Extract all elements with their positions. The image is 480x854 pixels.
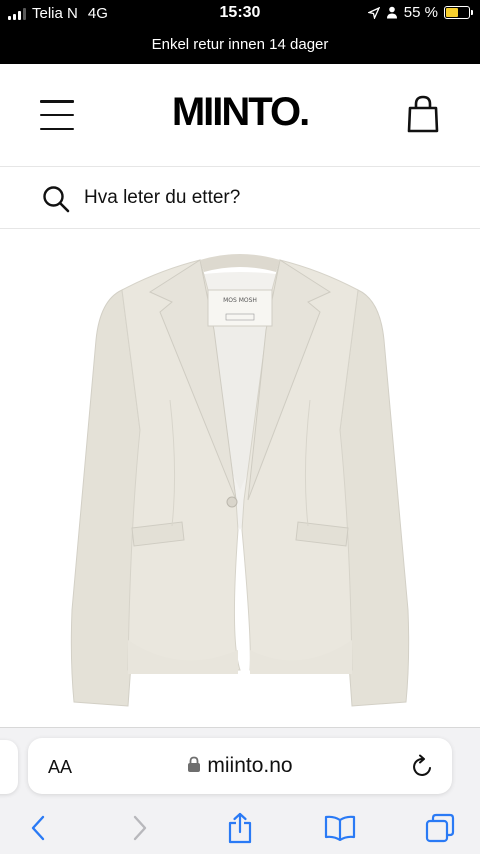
browser-toolbar [0,806,480,850]
share-button[interactable] [222,810,258,846]
tabs-icon [425,813,455,843]
book-icon [324,815,356,841]
tabs-button[interactable] [422,810,458,846]
location-arrow-icon [367,6,380,19]
product-image[interactable]: MOS MOSH [0,230,480,726]
address-bar[interactable]: AA miinto.no [28,738,452,794]
url-text: miinto.no [207,754,293,777]
search-bar[interactable]: Hva leter du etter? [0,167,480,229]
chevron-right-icon [133,815,147,841]
status-right: 55 % [367,4,473,21]
shopping-bag-icon[interactable] [405,94,441,134]
person-icon [386,6,397,19]
status-bar: Telia N 4G 15:30 55 % [0,0,480,28]
reload-icon[interactable] [412,754,434,778]
brand-label: MOS MOSH [223,297,257,304]
browser-bar: AA miinto.no [0,727,480,854]
site-header: MIINTO. [0,64,480,167]
search-icon [43,186,70,213]
previous-tab-preview[interactable] [0,740,18,794]
blazer-image: MOS MOSH [70,254,410,707]
chevron-left-icon [31,815,45,841]
bookmarks-button[interactable] [322,810,358,846]
url-display[interactable]: miinto.no [28,754,452,778]
lock-icon [188,756,201,772]
search-input[interactable]: Hva leter du etter? [84,187,240,209]
announcement-bar[interactable]: Enkel retur innen 14 dager [0,28,480,64]
battery-percent: 55 % [403,4,438,21]
forward-button[interactable] [122,810,158,846]
battery-icon [444,6,473,19]
back-button[interactable] [20,810,56,846]
share-icon [228,812,252,844]
battery-level [446,8,459,17]
